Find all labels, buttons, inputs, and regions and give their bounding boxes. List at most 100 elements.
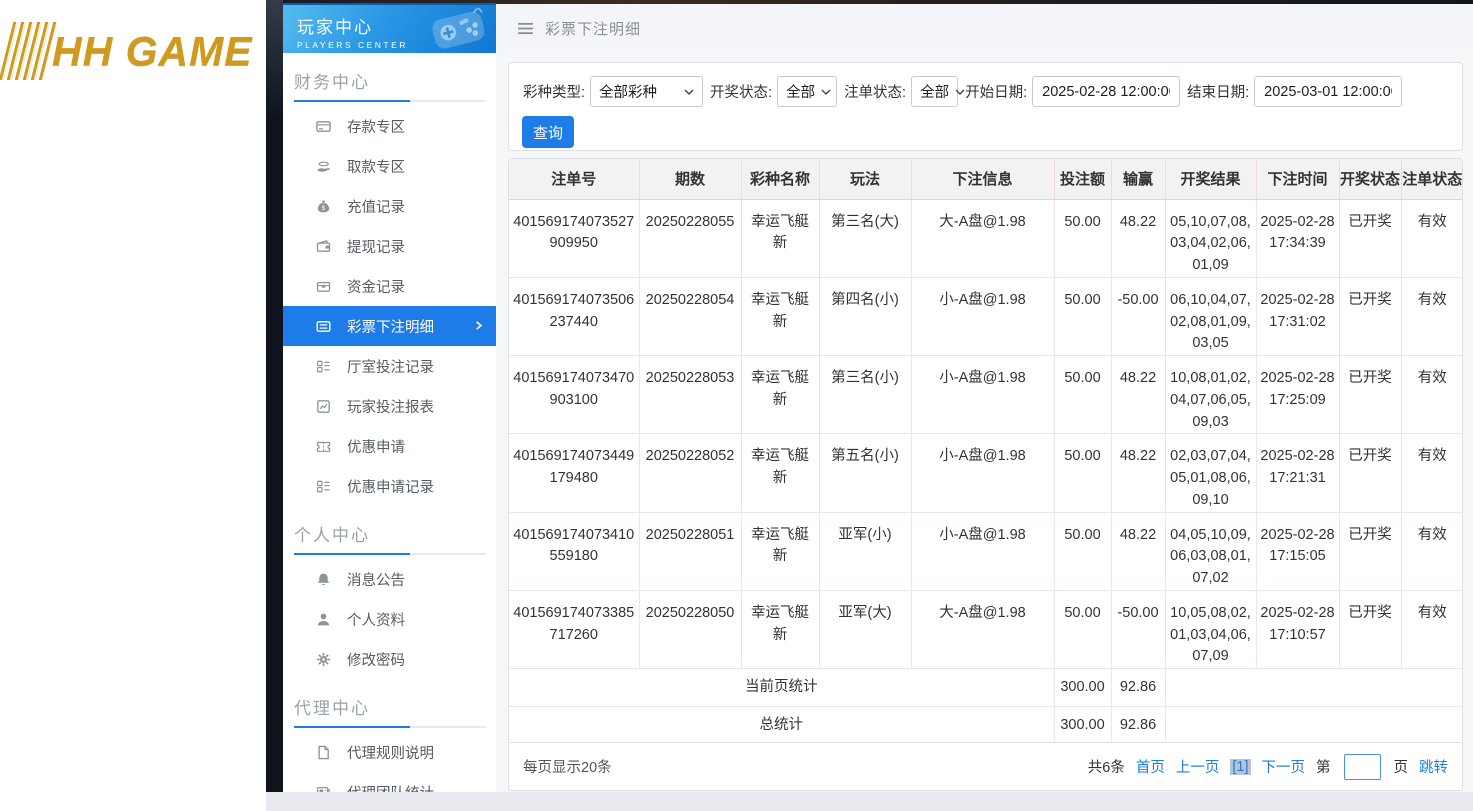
sidebar-item-purse[interactable]: 资金记录 [283,266,496,306]
table-cell: 幸运飞艇新 [740,277,819,357]
total-count-text: 共6条 [1087,760,1125,776]
next-page-link[interactable]: 下一页 [1262,756,1306,777]
chevron-down-icon [955,89,965,95]
column-header: 玩法 [818,159,911,200]
sidebar-item-bet-list[interactable]: 彩票下注明细 [283,306,496,346]
sidebar-item-label: 玩家投注报表 [347,399,434,416]
table-cell: 401569174073506237440 [509,277,639,357]
table-cell: 幸运飞艇新 [740,355,819,435]
deposit-card-icon [314,117,332,135]
table-body: 401569174073527909950 20250228055 幸运飞艇新 第三名… [509,199,1462,745]
order-status-select[interactable]: 全部 [911,76,965,107]
gear-icon [314,650,332,668]
summary-bet-total: 300.00 [1053,668,1111,707]
sidebar-item-report-chart[interactable]: 玩家投注报表 [283,386,496,426]
first-page-link[interactable]: 首页 [1136,756,1165,777]
sidebar: 玩家中心 PLAYERS CENTER 财务中心 存款专区 取款专区 $ 充值记录 提现记… [283,3,496,792]
table-cell: 20250228050 [638,590,741,670]
table-row: 401569174073527909950 20250228055 幸运飞艇新 第三名… [509,199,1462,278]
bet-table: 注单号 期数 彩种名称 玩法 下注信息 投注额 输赢 开奖结果 下注时间 开奖状态 注单状态 401… [509,159,1462,745]
summary-bet-total: 300.00 [1053,706,1111,745]
sidebar-item-label: 厅室投注记录 [347,359,434,376]
room-list-icon [314,357,332,375]
jump-link[interactable]: 跳转 [1419,756,1448,777]
table-cell: 50.00 [1053,512,1111,591]
chevron-down-icon [821,89,831,95]
current-page-indicator[interactable]: [1] [1230,758,1251,775]
section-underline [294,726,486,728]
end-date-input[interactable] [1254,76,1403,107]
table-cell: 亚军(大) [818,590,911,670]
start-date-input[interactable] [1032,76,1181,107]
table-cell: 48.22 [1110,433,1165,513]
lottery-type-value: 全部彩种 [599,85,658,101]
sidebar-item-label: 提现记录 [347,239,405,256]
table-cell: 有效 [1400,590,1462,670]
sidebar-section-title: 财务中心 [294,73,370,92]
lottery-type-select[interactable]: 全部彩种 [590,76,704,107]
sidebar-item-label: 优惠申请 [347,439,405,456]
hamburger-menu-icon[interactable] [517,22,534,35]
wallet-icon [314,237,332,255]
table-row: 401569174073385717260 20250228050 幸运飞艇新 亚军(… [509,590,1462,670]
table-cell: 401569174073527909950 [509,199,639,278]
gamepad-icon [425,5,492,53]
table-cell: 20250228055 [638,199,741,278]
order-status-value: 全部 [920,85,950,101]
sidebar-item-gear[interactable]: 修改密码 [283,639,496,679]
table-cell: 10,05,08,02,01,03,04,06,07,09 [1164,590,1256,670]
section-underline [294,100,486,102]
sidebar-item-person[interactable]: 个人资料 [283,599,496,639]
sidebar-item-news[interactable]: 代理团队统计 [283,772,496,792]
sidebar-section-title: 个人中心 [294,526,370,545]
table-cell: 第三名(大) [818,199,911,278]
table-cell: 50.00 [1053,590,1111,670]
section-underline [294,553,486,555]
table-cell: 2025-02-28 17:25:09 [1255,355,1339,435]
column-header: 下注时间 [1255,159,1339,200]
sidebar-item-coupon-list[interactable]: 优惠申请记录 [283,466,496,506]
filter-panel: 彩种类型: 全部彩种 开奖状态: 全部 注单状态: 全部 开始日期: 结束日期:… [508,62,1463,151]
draw-status-select[interactable]: 全部 [777,76,838,107]
table-row: 401569174073449179480 20250228052 幸运飞艇新 第五名… [509,433,1462,513]
document-icon [314,743,332,761]
sidebar-item-wallet[interactable]: 提现记录 [283,226,496,266]
purse-icon [314,277,332,295]
jump-label-prefix: 第 [1316,760,1331,776]
table-cell: 2025-02-28 17:21:31 [1255,433,1339,513]
bet-list-icon [314,317,332,335]
table-cell: 401569174073470903100 [509,355,639,435]
chevron-down-icon [684,89,694,95]
money-bag-icon: $ [314,197,332,215]
sidebar-item-room-list[interactable]: 厅室投注记录 [283,346,496,386]
sidebar-item-money-bag[interactable]: $ 充值记录 [283,186,496,226]
total-summary-row: 总统计 300.00 92.86 [509,706,1462,745]
lottery-type-label: 彩种类型: [523,85,586,101]
page-size-text: 每页显示20条 [523,760,612,776]
table-header-row: 注单号 期数 彩种名称 玩法 下注信息 投注额 输赢 开奖结果 下注时间 开奖状态 注单状态 [509,159,1462,200]
summary-label: 当前页统计 [509,668,1054,707]
sidebar-item-coupon[interactable]: 优惠申请 [283,426,496,466]
table-cell: 06,10,04,07,02,08,01,09,03,05 [1164,277,1256,357]
table-cell: 20250228053 [638,355,741,435]
column-header: 投注额 [1053,159,1111,200]
search-button[interactable]: 查询 [522,116,574,148]
sidebar-item-withdraw-hand[interactable]: 取款专区 [283,146,496,186]
page-jump-input[interactable] [1343,753,1381,780]
summary-empty-cell [1164,668,1462,707]
sidebar-item-deposit-card[interactable]: 存款专区 [283,106,496,146]
table-cell: 有效 [1400,199,1462,278]
table-cell: 10,08,01,02,04,07,06,05,09,03 [1164,355,1256,435]
table-cell: 第四名(小) [818,277,911,357]
column-header: 注单号 [509,159,639,200]
sidebar-item-document[interactable]: 代理规则说明 [283,732,496,772]
table-cell: 50.00 [1053,199,1111,278]
pagination-panel: 每页显示20条 共6条 首页 上一页 [1] 下一页 第 页 跳转 [508,742,1463,791]
draw-status-value: 全部 [786,85,816,101]
column-header: 开奖状态 [1338,159,1401,200]
sidebar-item-bell[interactable]: 消息公告 [283,559,496,599]
sidebar-item-label: 取款专区 [347,159,405,176]
prev-page-link[interactable]: 上一页 [1176,756,1220,777]
sidebar-section-title: 代理中心 [294,699,370,718]
column-header: 注单状态 [1400,159,1462,200]
